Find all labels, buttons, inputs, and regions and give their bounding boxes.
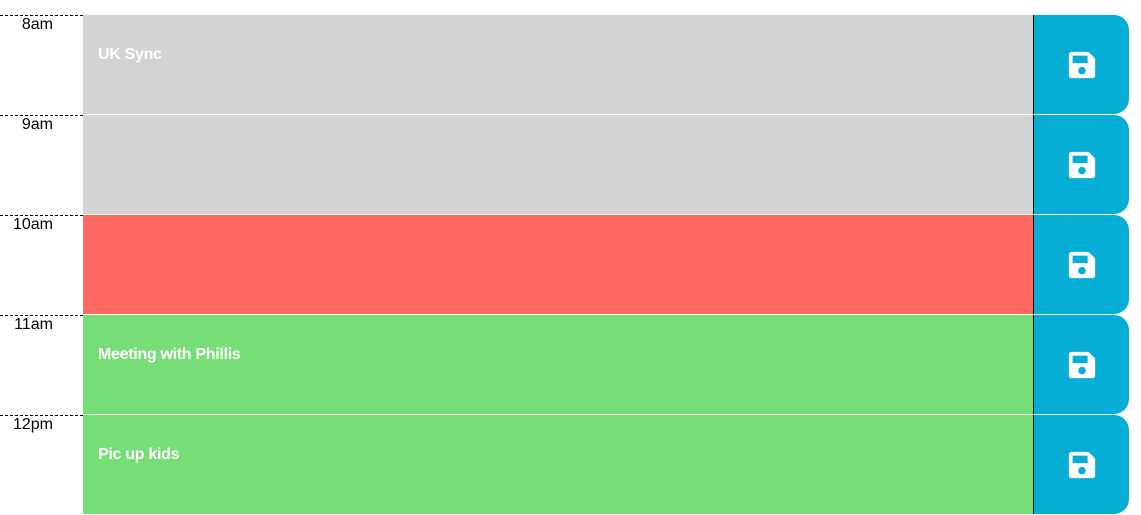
task-input[interactable]: Pic up kids — [83, 415, 1033, 515]
save-button[interactable] — [1033, 215, 1129, 314]
hour-text: 9am — [21, 116, 53, 133]
floppy-disk-icon — [1068, 151, 1095, 178]
time-block-row: 12pm Pic up kids — [0, 415, 1141, 515]
task-input[interactable] — [83, 115, 1033, 215]
save-button[interactable] — [1033, 315, 1129, 414]
floppy-disk-icon — [1068, 251, 1095, 278]
time-block-row: 8am UK Sync — [0, 15, 1141, 115]
save-button[interactable] — [1033, 15, 1129, 114]
hour-label: 11am — [0, 315, 83, 415]
save-button[interactable] — [1033, 115, 1129, 214]
floppy-disk-icon — [1068, 351, 1095, 378]
hour-label: 9am — [0, 115, 83, 215]
hour-text: 11am — [14, 316, 53, 333]
hour-label: 10am — [0, 215, 83, 315]
hour-label: 8am — [0, 15, 83, 115]
hour-text: 12pm — [12, 416, 53, 433]
time-block-row: 11am Meeting with Phillis — [0, 315, 1141, 415]
time-block-row: 9am — [0, 115, 1141, 215]
task-text: Pic up kids — [98, 446, 180, 463]
hour-label: 12pm — [0, 415, 83, 515]
save-button[interactable] — [1033, 415, 1129, 514]
hour-text: 10am — [12, 216, 53, 233]
day-scheduler: 8am UK Sync 9am 10am 11am Meeting with P… — [0, 15, 1141, 515]
hour-text: 8am — [21, 16, 53, 33]
time-block-row: 10am — [0, 215, 1141, 315]
task-text: Meeting with Phillis — [98, 346, 241, 363]
floppy-disk-icon — [1068, 51, 1095, 78]
floppy-disk-icon — [1068, 451, 1095, 478]
task-input[interactable] — [83, 215, 1033, 315]
task-text: UK Sync — [98, 46, 162, 63]
task-input[interactable]: Meeting with Phillis — [83, 315, 1033, 415]
task-input[interactable]: UK Sync — [83, 15, 1033, 115]
